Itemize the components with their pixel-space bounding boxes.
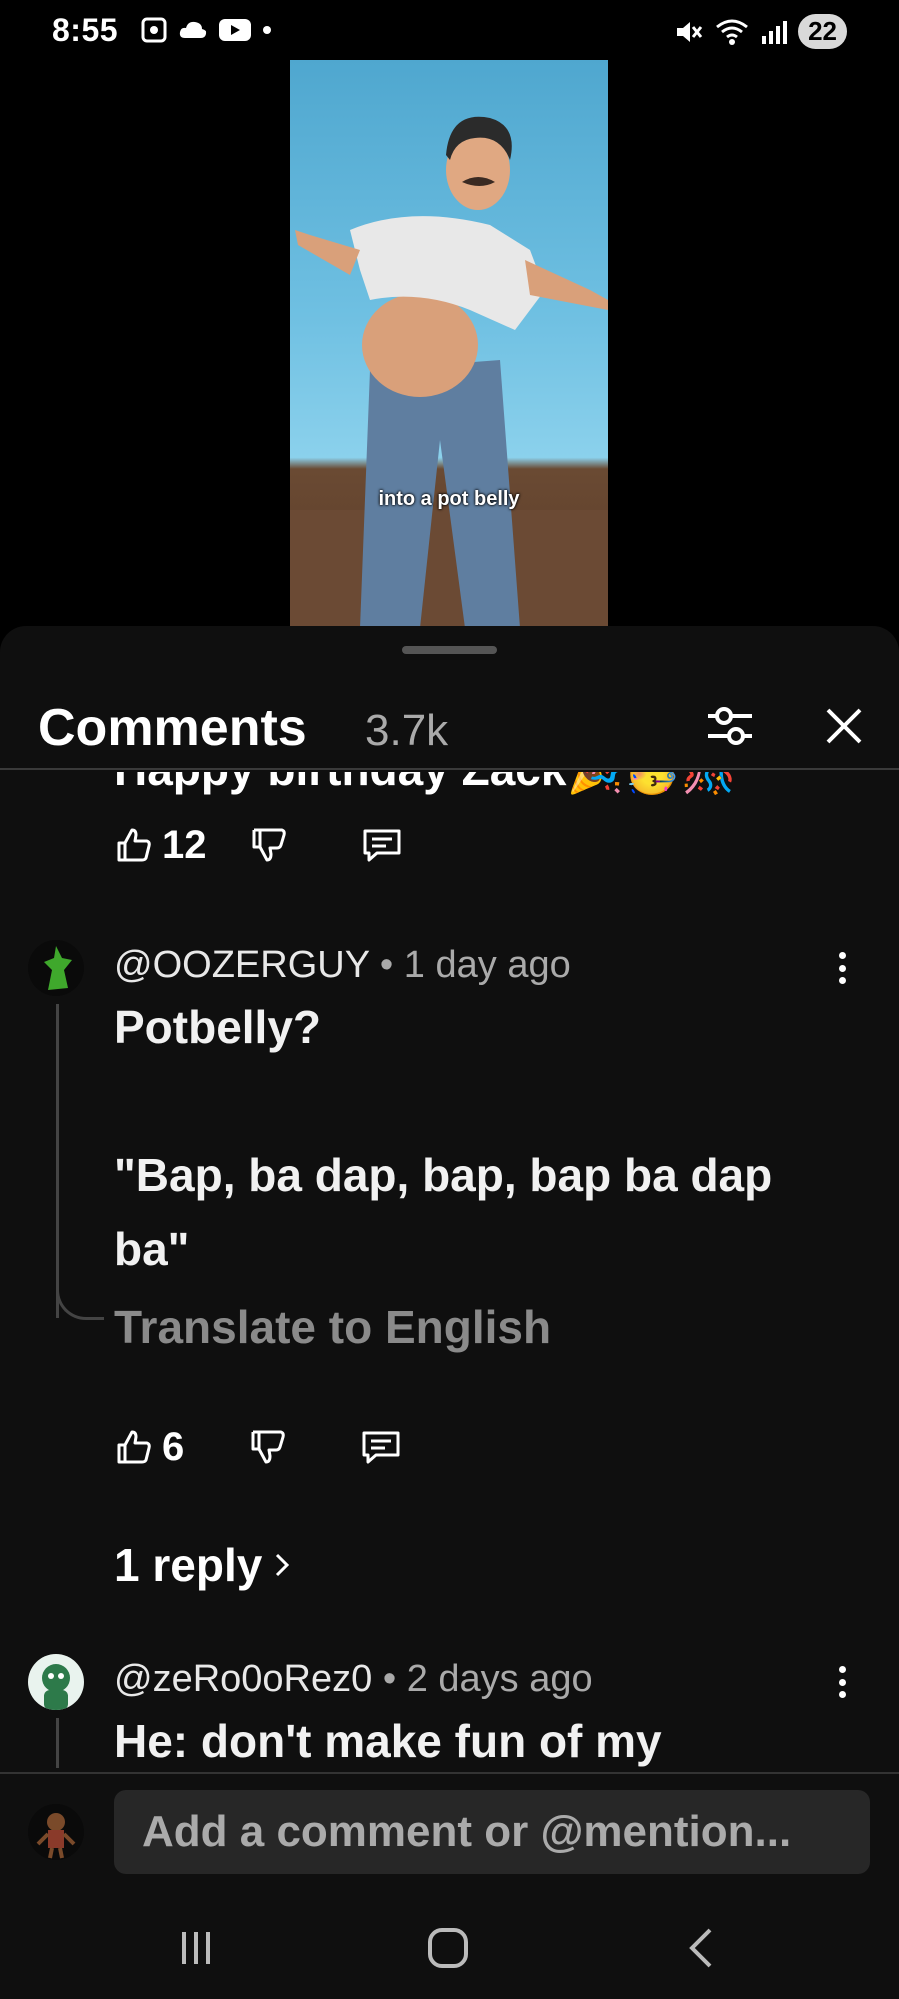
thumb-down-icon [252,828,286,862]
reply-icon [363,829,400,862]
comment-time: 1 day ago [403,944,571,986]
thumb-down-icon [251,1430,285,1464]
user-avatar [28,1804,84,1860]
screenshot-icon [141,17,167,43]
comment-text: ba" [114,1223,190,1275]
like-count: 6 [162,1424,185,1469]
comment-text: He: don't make fun of my [114,1715,662,1767]
avatar-image [36,1813,76,1859]
home-button[interactable] [418,1920,478,1976]
meta-separator: • [382,1658,397,1700]
drag-handle[interactable] [402,646,497,654]
comment-meta: @zeRo0oRez0 • 2 days ago [114,1658,593,1701]
more-vert-icon-dot [838,1678,846,1686]
avatar-image [42,1664,70,1710]
replies-count: 1 reply [114,1539,263,1591]
avatar[interactable] [28,940,84,996]
reply-button[interactable] [361,825,403,865]
comment-text: Potbelly? [114,1001,322,1053]
avatar-image [44,946,72,990]
notification-icons [140,16,272,44]
more-vert-icon [838,952,846,959]
thread-connector [56,1272,104,1320]
signal-icon [762,20,788,44]
filter-button[interactable] [702,698,758,754]
home-icon [428,1928,468,1968]
wifi-icon [716,19,749,45]
recent-apps-button[interactable] [166,1920,226,1976]
more-vert-icon-dot [838,1691,846,1698]
view-replies-button[interactable]: 1 reply [114,1538,292,1592]
close-icon [826,708,862,744]
video-player[interactable]: into a pot belly [290,60,608,628]
comments-header: Comments 3.7k [0,676,899,770]
comment-actions: 6 [114,1422,402,1472]
reply-icon [362,1431,400,1464]
more-vert-icon [838,1666,846,1673]
more-button[interactable] [830,946,854,990]
system-nav-bar [0,1892,899,1999]
meta-separator: • [379,944,394,986]
system-icons: 22 [674,14,847,49]
close-button[interactable] [816,698,872,754]
comments-count: 3.7k [365,706,449,755]
comment-actions: 12 [114,820,403,870]
like-button[interactable]: 6 [114,1425,184,1470]
video-frame-illustration [290,116,608,628]
thread-line [56,1004,59,1318]
like-button[interactable]: 12 [114,823,207,868]
cloud-icon [179,21,207,38]
status-bar: 8:55 22 [0,0,899,62]
comment-meta: @OOZERGUY • 1 day ago [114,944,571,987]
more-vert-icon-dot [838,977,846,984]
comment-input[interactable]: Add a comment or @mention... [114,1790,870,1874]
avatar[interactable] [28,1654,84,1710]
comment-text: "Bap, ba dap, bap, bap ba dap [114,1149,773,1201]
mute-icon [677,21,703,42]
chevron-right-icon [276,1553,290,1577]
comments-title: Comments [38,699,307,757]
thumb-up-icon [117,1430,151,1464]
translate-link[interactable]: Translate to English [114,1300,551,1354]
dislike-button[interactable] [249,825,289,865]
reply-button[interactable] [360,1427,402,1467]
comment-text-partial: Happy birthday Zack🎉🥳🎊 [114,772,738,797]
more-vert-icon-dot [838,964,846,972]
comment-username[interactable]: @zeRo0oRez0 [114,1658,372,1700]
dislike-button[interactable] [248,1427,288,1467]
battery-indicator: 22 [798,14,847,49]
video-subtitle: into a pot belly [378,488,520,510]
thumb-up-icon [117,828,151,862]
filter-icon [708,707,752,745]
comment-username[interactable]: @OOZERGUY [114,944,369,986]
like-count: 12 [162,822,207,867]
youtube-icon [219,19,251,41]
comment-time: 2 days ago [406,1658,593,1700]
back-button[interactable] [672,1920,732,1976]
comment-input-bar: Add a comment or @mention... [0,1772,899,1892]
comment-list[interactable]: Happy birthday Zack🎉🥳🎊 12 @OOZERGUY • 1 … [0,772,899,1768]
recent-apps-icon [182,1932,210,1964]
dot-icon [263,26,271,34]
more-button[interactable] [830,1660,854,1704]
back-icon [689,1928,712,1968]
thread-line [56,1718,59,1768]
status-time: 8:55 [52,12,119,48]
